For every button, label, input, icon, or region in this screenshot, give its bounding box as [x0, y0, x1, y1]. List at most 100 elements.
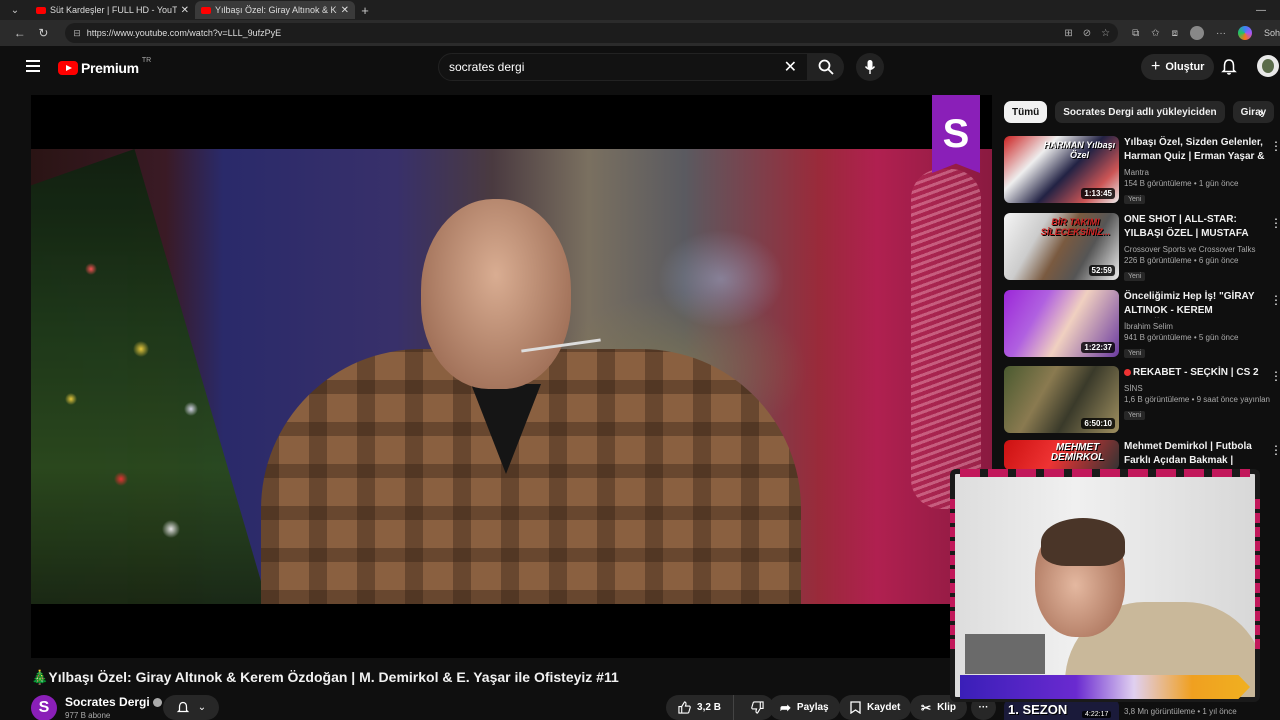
- video-channel[interactable]: İbrahim Selim: [1124, 322, 1270, 331]
- like-button[interactable]: 3,2 B: [666, 695, 734, 720]
- collections-icon[interactable]: ⧈: [1172, 28, 1178, 39]
- youtube-logo[interactable]: Premium TR: [58, 57, 151, 76]
- split-screen-icon[interactable]: ⧉: [1132, 28, 1139, 39]
- overlay-top-bar: [960, 469, 1250, 477]
- video-player[interactable]: S: [31, 95, 992, 658]
- url-field[interactable]: ⊟ https://www.youtube.com/watch?v=LLL_9u…: [65, 23, 1119, 43]
- copilot-icon[interactable]: [1237, 26, 1252, 40]
- verified-badge-icon: [152, 698, 162, 708]
- search-input[interactable]: socrates dergi ✕: [438, 53, 808, 81]
- user-avatar[interactable]: [1257, 55, 1279, 77]
- video-thumbnail[interactable]: 6:50:10: [1004, 366, 1119, 433]
- video-channel[interactable]: SİNS: [1124, 384, 1270, 393]
- subscription-bell-button[interactable]: ⌄: [163, 695, 219, 720]
- browser-tab-2[interactable]: Yılbaşı Özel: Giray Altınok & Kerem ✕: [195, 1, 355, 19]
- clear-search-icon[interactable]: ✕: [784, 57, 797, 77]
- video-title[interactable]: Yılbaşı Özel, Sizden Gelenler, Harman Qu…: [1124, 136, 1270, 164]
- favorites-icon[interactable]: ✩: [1151, 28, 1159, 39]
- kebab-menu-icon[interactable]: ⋮: [1270, 215, 1280, 231]
- video-thumbnail[interactable]: MEHMET DEMİRKOL: [1004, 440, 1119, 470]
- reload-icon[interactable]: ↻: [32, 26, 56, 40]
- save-button[interactable]: Kaydet: [839, 695, 912, 720]
- minimize-icon[interactable]: —: [1256, 5, 1266, 16]
- tab-list-chevron-icon[interactable]: ⌄: [0, 0, 30, 20]
- profile-avatar[interactable]: [1189, 26, 1204, 40]
- create-label: Oluştur: [1165, 61, 1205, 73]
- video-meta: Mehmet Demirkol | Futbola Farklı Açıdan …: [1124, 440, 1270, 468]
- thumbs-down-icon: [750, 701, 764, 714]
- video-thumbnail[interactable]: HARMAN Yılbaşı Özel 1:13:45: [1004, 136, 1119, 203]
- search-query: socrates dergi: [449, 60, 525, 74]
- chevron-down-icon: ⌄: [197, 702, 207, 713]
- tinsel-decoration: [911, 169, 981, 509]
- new-tab-button[interactable]: +: [355, 3, 375, 18]
- recommendation-item[interactable]: 6:50:10 REKABET - SEÇKİN | CS 2 SİNS 1,6…: [1004, 366, 1280, 434]
- overlay-side-bar: [950, 499, 955, 649]
- new-badge: Yeni: [1124, 349, 1146, 358]
- recommendation-item[interactable]: BİR TAKIMI SİLECEKSİNİZ... 52:59 ONE SHO…: [1004, 213, 1280, 281]
- video-title[interactable]: ONE SHOT | ALL-STAR: YILBAŞI ÖZEL | MUST…: [1124, 213, 1270, 241]
- channel-name: Socrates Dergi: [65, 695, 150, 709]
- favorite-star-icon[interactable]: ☆: [1101, 28, 1110, 39]
- recommendation-item[interactable]: 1:22:37 Önceliğimiz Hep İş! "GİRAY ALTIN…: [1004, 290, 1280, 358]
- channel-name-link[interactable]: Socrates Dergi: [65, 695, 162, 709]
- menu-icon[interactable]: [26, 60, 40, 72]
- video-thumbnail[interactable]: 1:22:37: [1004, 290, 1119, 357]
- youtube-header: Premium TR socrates dergi ✕ + Oluştur: [0, 46, 1280, 90]
- tracking-prevention-icon[interactable]: ⊘: [1083, 28, 1091, 39]
- video-meta: ONE SHOT | ALL-STAR: YILBAŞI ÖZEL | MUST…: [1124, 213, 1270, 283]
- tab-close-icon[interactable]: ✕: [181, 5, 189, 16]
- create-button[interactable]: + Oluştur: [1141, 54, 1215, 80]
- guest-figure: [261, 199, 801, 604]
- kebab-menu-icon[interactable]: ⋮: [1270, 292, 1280, 308]
- chat-label[interactable]: Soh: [1264, 28, 1280, 38]
- like-count: 3,2 B: [697, 702, 721, 713]
- recommendation-item[interactable]: HARMAN Yılbaşı Özel 1:13:45 Yılbaşı Özel…: [1004, 136, 1280, 204]
- video-meta: Önceliğimiz Hep İş! "GİRAY ALTINOK - KER…: [1124, 290, 1270, 360]
- youtube-favicon-icon: [36, 6, 46, 14]
- chip-next-arrow-icon[interactable]: ›: [1252, 103, 1270, 121]
- video-duration: 52:59: [1088, 265, 1115, 276]
- tab-title: Süt Kardeşler | FULL HD - YouTube: [50, 5, 177, 15]
- chip-from-uploader[interactable]: Socrates Dergi adlı yükleyiciden: [1055, 101, 1225, 123]
- video-title[interactable]: Mehmet Demirkol | Futbola Farklı Açıdan …: [1124, 440, 1270, 468]
- back-arrow-icon[interactable]: ←: [8, 26, 32, 40]
- video-title[interactable]: Önceliğimiz Hep İş! "GİRAY ALTINOK - KER…: [1124, 290, 1270, 318]
- channel-avatar[interactable]: S: [31, 695, 57, 720]
- more-actions-icon: ···: [978, 702, 989, 713]
- kebab-menu-icon[interactable]: ⋮: [1270, 368, 1280, 384]
- video-duration: 1:13:45: [1081, 188, 1115, 199]
- video-thumbnail[interactable]: BİR TAKIMI SİLECEKSİNİZ... 52:59: [1004, 213, 1119, 280]
- video-stats: 1,6 B görüntüleme • 9 saat önce yayınlan…: [1124, 395, 1270, 404]
- recommendation-item[interactable]: MEHMET DEMİRKOL Mehmet Demirkol | Futbol…: [1004, 440, 1280, 470]
- tab-close-icon[interactable]: ✕: [341, 5, 349, 16]
- share-button[interactable]: ➦ Paylaş: [769, 695, 840, 720]
- video-title-live[interactable]: REKABET - SEÇKİN | CS 2: [1124, 366, 1270, 380]
- new-badge: Yeni: [1124, 411, 1146, 420]
- window-controls: —: [1256, 5, 1280, 16]
- voice-search-button[interactable]: [856, 53, 884, 81]
- christmas-tree-image: [31, 149, 261, 604]
- notifications-bell-icon[interactable]: [1220, 58, 1238, 76]
- desk-items: [965, 634, 1045, 674]
- video-duration: 1:22:37: [1081, 342, 1115, 353]
- video-channel[interactable]: Crossover Sports ve Crossover Talks: [1124, 245, 1270, 254]
- filter-chips: Tümü Socrates Dergi adlı yükleyiciden Gi…: [1004, 100, 1280, 124]
- microphone-icon: [864, 60, 876, 74]
- tab-title: Yılbaşı Özel: Giray Altınok & Kerem: [215, 5, 337, 15]
- overlay-bottom-bar: [960, 675, 1250, 699]
- overlay-side-bar: [1255, 499, 1260, 649]
- more-options-icon[interactable]: ···: [1216, 28, 1226, 39]
- subscriber-count: 977 B abone: [65, 711, 111, 720]
- browser-tab-1[interactable]: Süt Kardeşler | FULL HD - YouTube ✕: [30, 1, 195, 19]
- search-button[interactable]: [808, 53, 844, 81]
- kebab-menu-icon[interactable]: ⋮: [1270, 442, 1280, 458]
- bell-icon: [176, 701, 189, 712]
- app-install-icon[interactable]: ⊞: [1064, 28, 1072, 39]
- scissors-icon: ✂: [921, 700, 932, 715]
- site-info-icon[interactable]: ⊟: [73, 28, 81, 39]
- video-channel[interactable]: Mantra: [1124, 168, 1270, 177]
- kebab-menu-icon[interactable]: ⋮: [1270, 138, 1280, 154]
- share-arrow-icon: ➦: [780, 699, 791, 715]
- chip-all[interactable]: Tümü: [1004, 101, 1048, 123]
